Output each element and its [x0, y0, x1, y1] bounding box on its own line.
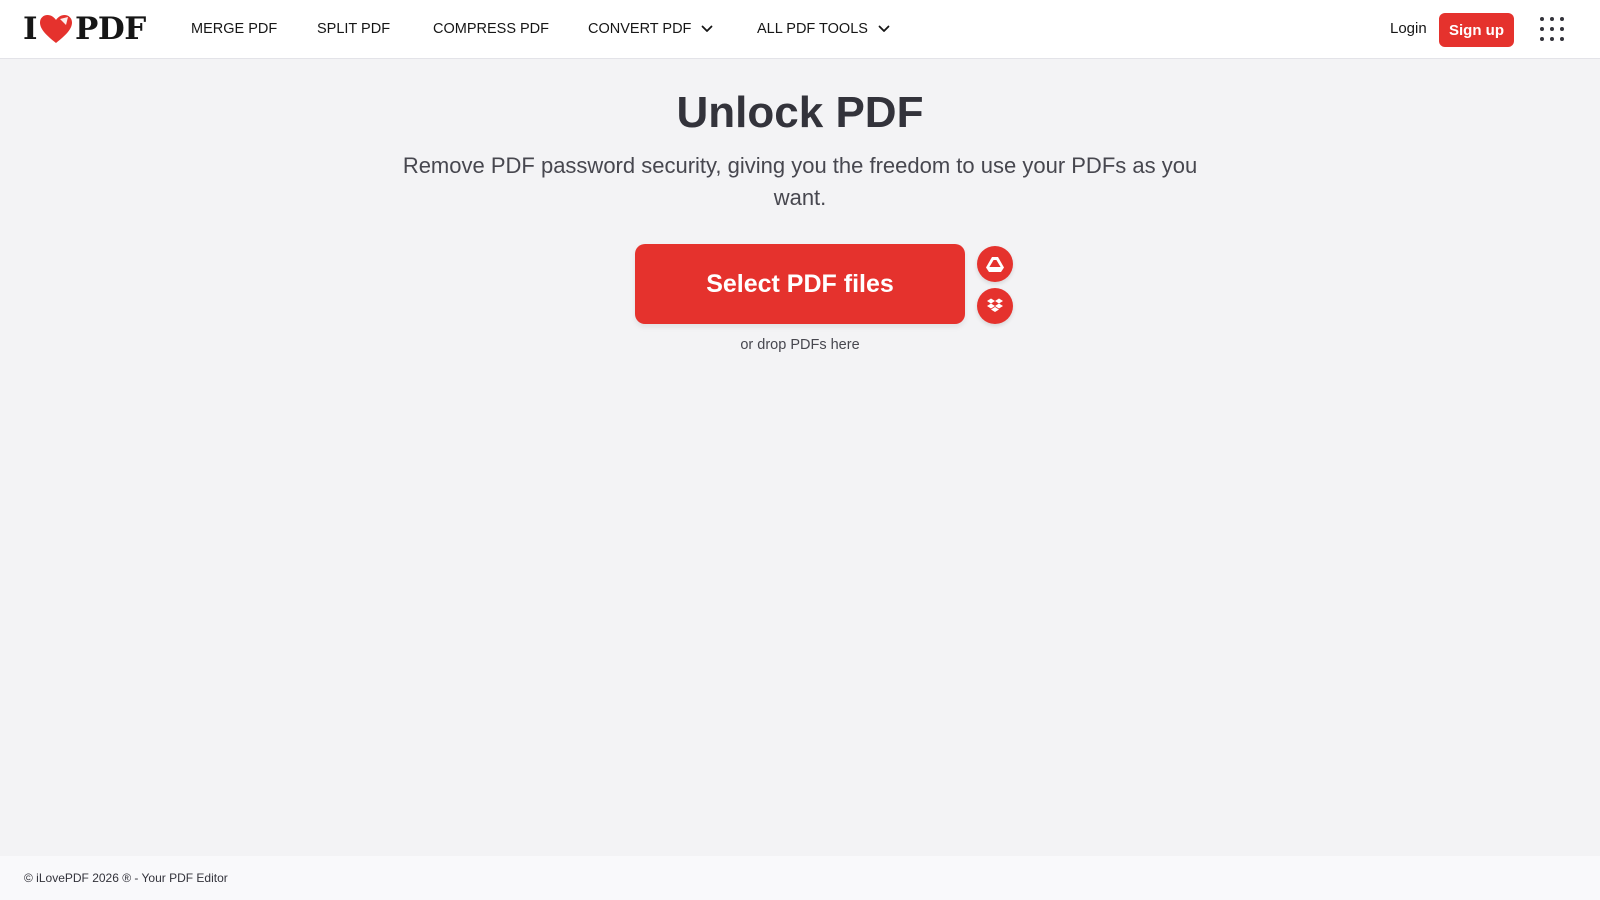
footer: © iLovePDF 2026 ® - Your PDF Editor: [0, 856, 1600, 900]
nav-convert-pdf[interactable]: CONVERT PDF: [588, 21, 713, 37]
footer-copyright: © iLovePDF 2026 ® - Your PDF Editor: [24, 871, 228, 885]
nav-convert-pdf-label: CONVERT PDF: [588, 21, 692, 37]
ilovepdf-logo[interactable]: I PDF: [23, 11, 146, 47]
grid-menu-icon[interactable]: [1540, 17, 1564, 41]
nav-compress-pdf[interactable]: COMPRESS PDF: [433, 21, 549, 37]
nav-compress-pdf-label: COMPRESS PDF: [433, 21, 550, 37]
nav-split-pdf[interactable]: SPLIT PDF: [317, 21, 390, 37]
signup-button[interactable]: Sign up: [1439, 13, 1514, 47]
drop-hint: or drop PDFs here: [740, 337, 860, 353]
nav-split-pdf-label: SPLIT PDF: [317, 21, 391, 37]
page-title: Unlock PDF: [676, 88, 924, 137]
nav-all-pdf-tools[interactable]: ALL PDF TOOLS: [757, 21, 890, 37]
google-drive-icon: [986, 257, 1004, 272]
logo-word-pdf: PDF: [75, 11, 146, 47]
nav-merge-pdf[interactable]: MERGE PDF: [191, 21, 277, 37]
heart-logo-icon: [40, 15, 73, 43]
top-header: I PDF MERGE PDF SPLIT PDF COMPRESS PDF C…: [0, 0, 1600, 59]
select-pdf-files-button[interactable]: Select PDF files: [635, 244, 965, 324]
dropbox-button[interactable]: [977, 288, 1013, 324]
logo-letter-i: I: [23, 11, 38, 47]
nav-all-pdf-tools-label: ALL PDF TOOLS: [757, 21, 868, 37]
dropbox-icon: [987, 298, 1003, 312]
chevron-down-icon: [702, 25, 713, 32]
chevron-down-icon: [878, 25, 890, 32]
page-subtitle: Remove PDF password security, giving you…: [402, 153, 1198, 210]
login-link[interactable]: Login: [1390, 20, 1427, 37]
google-drive-button[interactable]: [977, 246, 1013, 282]
nav-merge-pdf-label: MERGE PDF: [191, 21, 278, 37]
